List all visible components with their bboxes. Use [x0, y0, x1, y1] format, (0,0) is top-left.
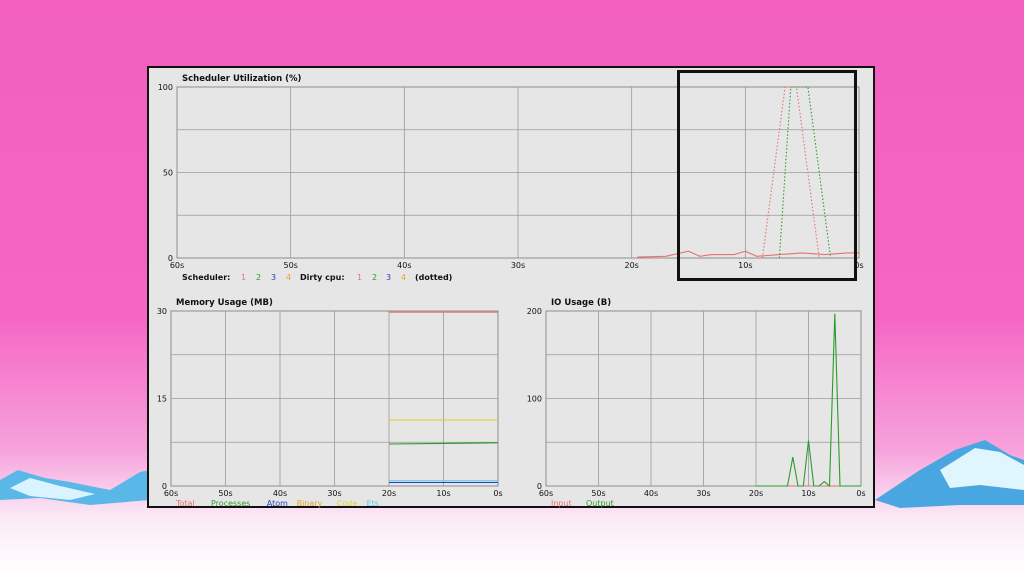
x-tick-label: 10s	[801, 489, 815, 498]
scheduler-legend-3: 3	[271, 273, 276, 282]
y-tick-label: 30	[157, 307, 167, 316]
y-tick-label: 100	[527, 395, 542, 404]
scheduler-legend-1: 1	[241, 273, 246, 282]
x-tick-label: 60s	[164, 489, 178, 498]
memory-legend: Total Processes Atom Binary Code Ets	[175, 499, 379, 508]
x-tick-label: 0s	[856, 489, 865, 498]
x-tick-label: 20s	[749, 489, 763, 498]
x-tick-label: 50s	[218, 489, 232, 498]
x-tick-label: 40s	[273, 489, 287, 498]
y-tick-label: 15	[157, 395, 167, 404]
x-tick-label: 30s	[511, 261, 525, 270]
scheduler-legend-2: 2	[256, 273, 261, 282]
dirty-cpu-legend-label: Dirty cpu:	[300, 273, 345, 282]
y-tick-label: 50	[163, 169, 173, 178]
scheduler-legend-4: 4	[286, 273, 291, 282]
highlight-box	[677, 70, 857, 281]
dirty-legend-4: 4	[401, 273, 406, 282]
memory-usage-chart: Memory Usage (MB) 30150 60s 50s 40s 30s 20s 1…	[157, 298, 503, 508]
memory-title: Memory Usage (MB)	[176, 298, 273, 308]
x-tick-label: 60s	[170, 261, 184, 270]
legend-item-ets: Ets	[367, 499, 379, 508]
io-usage-chart: IO Usage (B) 2001000 60s 50s 40s 30s 20s 10s 0…	[527, 298, 866, 508]
scheduler-legend: Scheduler: 1 2 3 4 Dirty cpu: 1 2 3 4 (d…	[182, 273, 452, 282]
dirty-legend-3: 3	[386, 273, 391, 282]
x-tick-label: 40s	[644, 489, 658, 498]
legend-item-processes: Processes	[211, 499, 250, 508]
dirty-legend-2: 2	[372, 273, 377, 282]
series-line-processes	[388, 442, 499, 445]
x-tick-label: 60s	[539, 489, 553, 498]
legend-item-total: Total	[175, 499, 195, 508]
x-tick-label: 20s	[624, 261, 638, 270]
scheduler-title: Scheduler Utilization (%)	[182, 74, 302, 84]
x-tick-label: 40s	[397, 261, 411, 270]
dirty-legend-1: 1	[357, 273, 362, 282]
io-title: IO Usage (B)	[551, 298, 611, 308]
x-tick-label: 0s	[493, 489, 502, 498]
y-tick-label: 200	[527, 307, 542, 316]
x-tick-label: 20s	[382, 489, 396, 498]
legend-item-input: Input	[551, 499, 572, 508]
legend-item-code: Code	[337, 499, 358, 508]
x-tick-label: 50s	[283, 261, 297, 270]
io-legend: Input Output	[551, 499, 614, 508]
legend-item-binary: Binary	[297, 499, 323, 508]
scheduler-legend-label: Scheduler:	[182, 273, 230, 282]
dotted-legend-label: (dotted)	[415, 273, 452, 282]
y-tick-label: 100	[158, 83, 173, 92]
legend-item-atom: Atom	[267, 499, 288, 508]
x-tick-label: 30s	[327, 489, 341, 498]
legend-item-output: Output	[586, 499, 614, 508]
x-tick-label: 30s	[696, 489, 710, 498]
x-tick-label: 10s	[436, 489, 450, 498]
x-tick-label: 50s	[591, 489, 605, 498]
